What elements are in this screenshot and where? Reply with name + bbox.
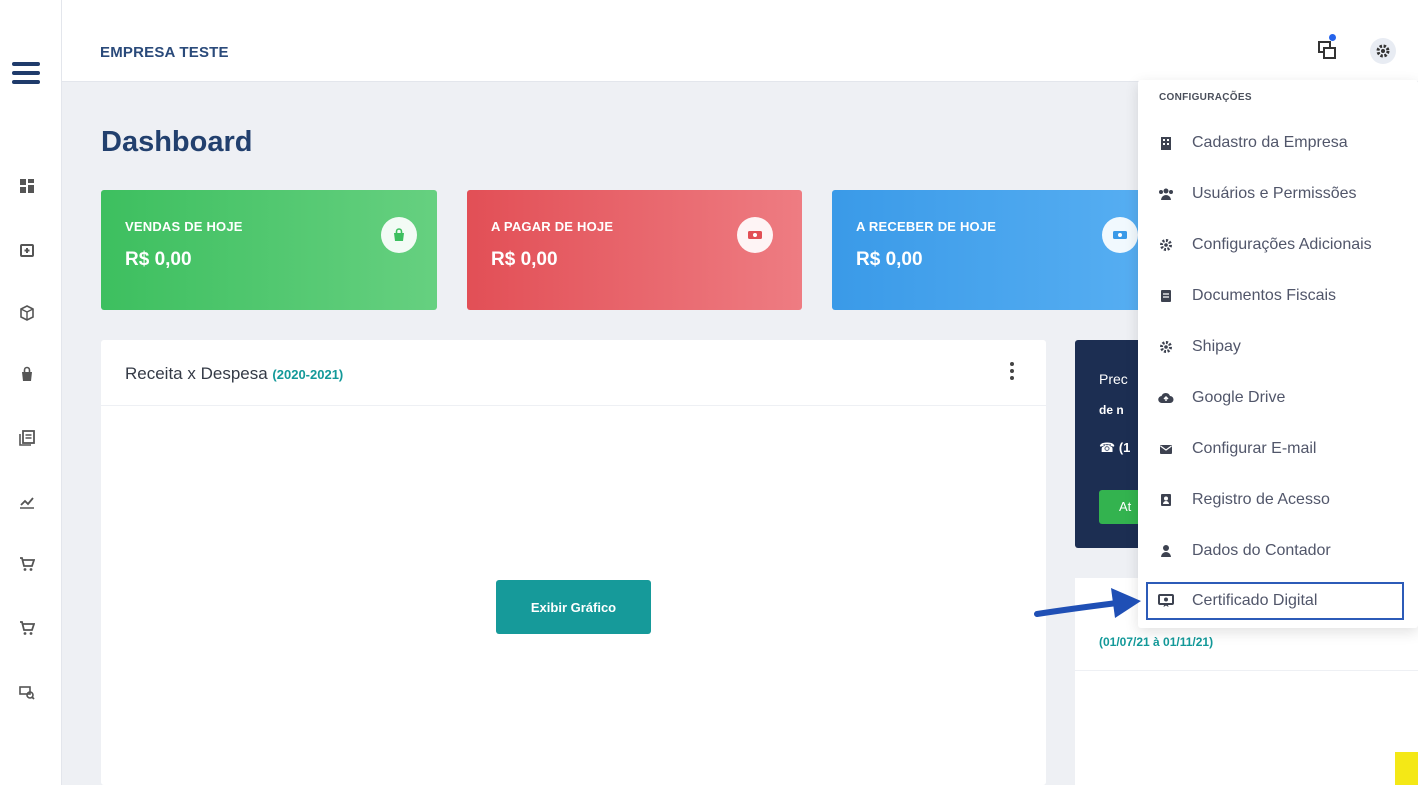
- settings-gear-icon[interactable]: [1370, 38, 1396, 64]
- card-value: R$ 0,00: [856, 249, 923, 270]
- certificate-icon: [1158, 593, 1174, 609]
- menu-item-digital-certificate[interactable]: Certificado Digital: [1146, 582, 1404, 620]
- menu-item-label: Google Drive: [1192, 389, 1286, 406]
- panel-title: Receita x Despesa (2020-2021): [125, 364, 343, 384]
- cart-icon[interactable]: [18, 556, 36, 574]
- support-text: de n: [1099, 403, 1124, 417]
- add-product-icon[interactable]: [18, 242, 36, 260]
- kebab-menu-icon[interactable]: [1010, 362, 1016, 380]
- support-text: Prec: [1099, 371, 1128, 387]
- shopping-bag-icon: [381, 217, 417, 253]
- notification-dot: [1329, 34, 1336, 41]
- box-icon[interactable]: [18, 305, 36, 323]
- date-range: (01/07/21 à 01/11/21): [1099, 635, 1214, 649]
- gear-icon: [1158, 339, 1174, 355]
- card-label: A PAGAR DE HOJE: [491, 219, 614, 234]
- payable-today-card[interactable]: A PAGAR DE HOJE R$ 0,00: [467, 190, 802, 310]
- menu-item-label: Certificado Digital: [1192, 592, 1318, 609]
- menu-item-google-drive[interactable]: Google Drive: [1158, 379, 1412, 417]
- menu-item-label: Configurações Adicionais: [1192, 236, 1372, 253]
- menu-item-additional-settings[interactable]: Configurações Adicionais: [1158, 226, 1412, 264]
- panel-range: (2020-2021): [272, 367, 344, 382]
- menu-item-label: Registro de Acesso: [1192, 491, 1330, 508]
- menu-item-label: Usuários e Permissões: [1192, 185, 1357, 202]
- menu-item-users-permissions[interactable]: Usuários e Permissões: [1158, 175, 1412, 213]
- menu-item-access-log[interactable]: Registro de Acesso: [1158, 481, 1412, 519]
- divider: [1075, 670, 1418, 671]
- whatsapp-icon: ☎: [1099, 440, 1116, 455]
- gear-icon: [1158, 237, 1174, 253]
- id-card-icon: [1158, 492, 1174, 508]
- card-label: VENDAS DE HOJE: [125, 219, 243, 234]
- menu-item-accountant-data[interactable]: Dados do Contador: [1158, 532, 1412, 570]
- dashboard-icon[interactable]: [18, 178, 36, 196]
- users-icon: [1158, 186, 1174, 202]
- card-value: R$ 0,00: [125, 249, 192, 270]
- panel-title-text: Receita x Despesa: [125, 364, 268, 383]
- hamburger-menu-icon[interactable]: [12, 62, 40, 84]
- cart-icon[interactable]: [18, 620, 36, 638]
- menu-item-shipay[interactable]: Shipay: [1158, 328, 1412, 366]
- user-icon: [1158, 543, 1174, 559]
- annotation-arrow-icon: [1033, 582, 1145, 632]
- yellow-chip: [1395, 752, 1418, 785]
- page-title: Dashboard: [101, 126, 253, 158]
- copy-window-icon[interactable]: [1317, 40, 1339, 62]
- menu-item-label: Documentos Fiscais: [1192, 287, 1337, 304]
- card-value: R$ 0,00: [491, 249, 558, 270]
- menu-item-label: Cadastro da Empresa: [1192, 134, 1348, 151]
- dropdown-header: CONFIGURAÇÕES: [1159, 92, 1252, 103]
- cloud-upload-icon: [1158, 390, 1174, 406]
- building-icon: [1158, 135, 1174, 151]
- envelope-icon: [1158, 441, 1174, 457]
- menu-item-label: Configurar E-mail: [1192, 440, 1317, 457]
- menu-item-label: Shipay: [1192, 338, 1241, 355]
- sales-today-card[interactable]: VENDAS DE HOJE R$ 0,00: [101, 190, 437, 310]
- whatsapp-line: ☎ (1: [1099, 440, 1130, 456]
- money-icon: [737, 217, 773, 253]
- document-icon: [1158, 288, 1174, 304]
- menu-item-fiscal-documents[interactable]: Documentos Fiscais: [1158, 277, 1412, 315]
- chart-icon[interactable]: [18, 494, 36, 512]
- top-bar: EMPRESA TESTE: [62, 0, 1418, 82]
- revenue-expense-panel: Receita x Despesa (2020-2021) Exibir Grá…: [101, 340, 1046, 785]
- search-money-icon[interactable]: [18, 684, 36, 702]
- documents-icon[interactable]: [18, 430, 36, 448]
- panel-header: Receita x Despesa (2020-2021): [101, 340, 1046, 406]
- menu-item-label: Dados do Contador: [1192, 542, 1331, 559]
- menu-item-company-registration[interactable]: Cadastro da Empresa: [1158, 124, 1412, 162]
- left-rail: [0, 0, 62, 785]
- receivable-today-card[interactable]: A RECEBER DE HOJE R$ 0,00: [832, 190, 1142, 310]
- money-icon: [1102, 217, 1138, 253]
- show-chart-button[interactable]: Exibir Gráfico: [496, 580, 651, 634]
- card-label: A RECEBER DE HOJE: [856, 219, 997, 234]
- menu-item-configure-email[interactable]: Configurar E-mail: [1158, 430, 1412, 468]
- phone-text: (1: [1118, 440, 1131, 455]
- shopping-bag-icon[interactable]: [18, 366, 36, 384]
- settings-dropdown: CONFIGURAÇÕES Cadastro da Empresa Usuári…: [1138, 80, 1418, 628]
- company-name: EMPRESA TESTE: [100, 44, 229, 61]
